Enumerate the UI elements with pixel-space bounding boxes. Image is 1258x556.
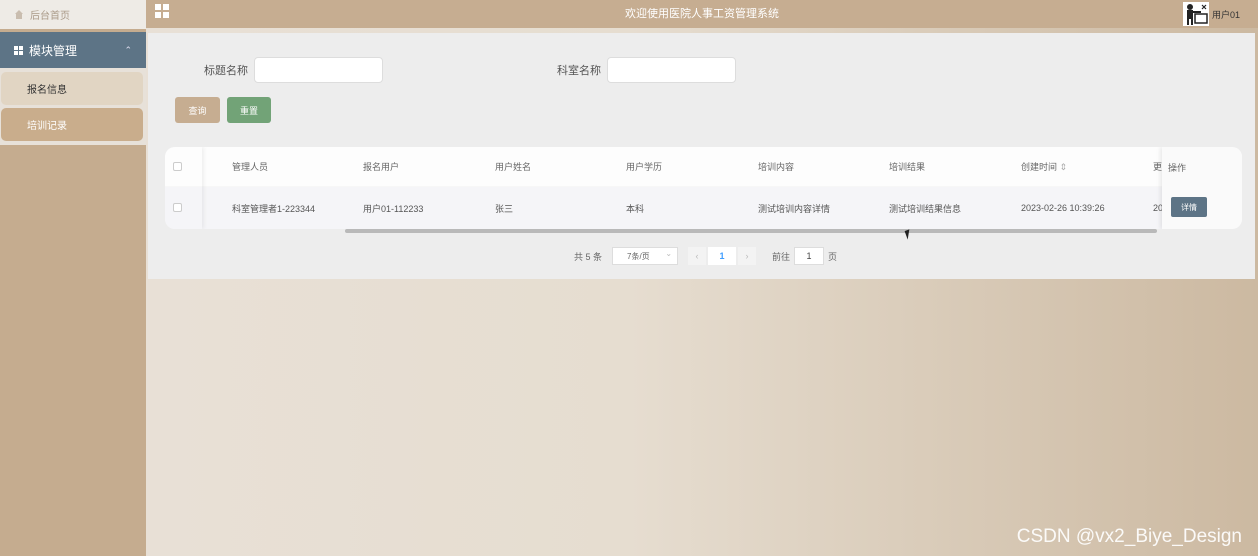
- avatar-icon: [1182, 2, 1209, 26]
- table-cell: 2023-02-26 10:39:26: [1021, 203, 1105, 213]
- column-header: 培训内容: [758, 162, 795, 172]
- title-search-input[interactable]: [254, 57, 383, 83]
- column-header-created-time[interactable]: 创建时间 ⇕: [1021, 160, 1067, 173]
- sidebar-item-label: 培训记录: [27, 121, 67, 132]
- chevron-up-icon[interactable]: ⌃: [124, 45, 132, 56]
- reset-button[interactable]: 重置: [227, 97, 271, 123]
- chevron-left-icon[interactable]: ‹: [688, 247, 707, 265]
- column-header: 用户学历: [626, 162, 663, 172]
- department-search-label: 科室名称: [557, 65, 601, 77]
- sidebar-home-link[interactable]: 后台首页: [0, 0, 146, 29]
- user-menu[interactable]: 用户01: [1182, 2, 1240, 26]
- watermark: CSDN @vx2_Biye_Design: [1016, 526, 1242, 547]
- page-size-value: 7条/页: [627, 251, 650, 261]
- column-header-label: 创建时间: [1021, 162, 1058, 172]
- column-header: 操作: [1168, 163, 1187, 173]
- current-page-button[interactable]: 1: [708, 247, 737, 265]
- pagination: 共 5 条 7条/页 ‹ 1 › 前往 1 页: [574, 247, 837, 265]
- sidebar-item-training-records[interactable]: 培训记录: [1, 108, 143, 141]
- page-size-select[interactable]: 7条/页: [612, 247, 679, 265]
- table-cell: 测试培训内容详情: [758, 203, 831, 214]
- column-header: 管理人员: [232, 162, 269, 172]
- horizontal-scrollbar[interactable]: [345, 229, 1157, 233]
- table-cell: 用户01-112233: [363, 203, 424, 214]
- sidebar-module-menu[interactable]: 模块管理 ⌃: [0, 32, 146, 68]
- page-title: 欢迎使用医院人事工资管理系统: [625, 8, 779, 20]
- query-button[interactable]: 查询: [175, 97, 220, 123]
- title-search: 标题名称: [204, 57, 383, 83]
- total-count: 共 5 条: [574, 251, 603, 262]
- goto-page-input[interactable]: 1: [794, 247, 825, 265]
- page-suffix: 页: [828, 251, 838, 262]
- column-header: 用户姓名: [495, 162, 532, 172]
- column-header: 报名用户: [363, 162, 400, 172]
- grid-icon: [14, 45, 23, 55]
- sidebar: 后台首页 模块管理 ⌃ 报名信息 培训记录: [0, 0, 146, 556]
- column-header: 更: [1153, 162, 1163, 172]
- sidebar-home-label: 后台首页: [30, 11, 70, 22]
- sidebar-item-signup-info[interactable]: 报名信息: [1, 72, 143, 105]
- chevron-right-icon[interactable]: ›: [738, 247, 757, 265]
- topbar: 欢迎使用医院人事工资管理系统 用户01: [146, 0, 1258, 28]
- data-table: 管理人员 报名用户 用户姓名 用户学历 培训内容 培训结果 创建时间 ⇕ 更 科…: [165, 147, 1242, 229]
- sort-icon[interactable]: ⇕: [1060, 162, 1068, 172]
- goto-label: 前往: [772, 251, 791, 262]
- department-search: 科室名称: [557, 57, 736, 83]
- table-row: 科室管理者1-223344 用户01-112233 张三 本科 测试培训内容详情…: [165, 187, 1242, 229]
- column-header: 培训结果: [889, 162, 926, 172]
- home-icon: [14, 9, 24, 20]
- title-search-label: 标题名称: [204, 65, 248, 77]
- department-search-input[interactable]: [607, 57, 736, 83]
- fixed-actions-column: 操作 详情: [1162, 147, 1242, 229]
- table-cell: 测试培训结果信息: [889, 203, 962, 214]
- user-name: 用户01: [1211, 9, 1240, 20]
- sidebar-submenu: 报名信息 培训记录: [0, 68, 146, 145]
- table-header: 管理人员 报名用户 用户姓名 用户学历 培训内容 培训结果 创建时间 ⇕ 更: [165, 147, 1242, 186]
- table-cell: 张三: [495, 203, 514, 214]
- sidebar-module-label: 模块管理: [29, 43, 78, 58]
- table-cell: 本科: [626, 203, 645, 214]
- sidebar-item-label: 报名信息: [27, 85, 67, 96]
- detail-button[interactable]: 详情: [1171, 197, 1207, 217]
- main-panel: 标题名称 科室名称 查询 重置 管理人员 报名用户 用户姓名 用户学历 培训内容…: [148, 33, 1255, 279]
- table-cell: 科室管理者1-223344: [232, 203, 316, 214]
- fixed-left-column: [165, 147, 202, 229]
